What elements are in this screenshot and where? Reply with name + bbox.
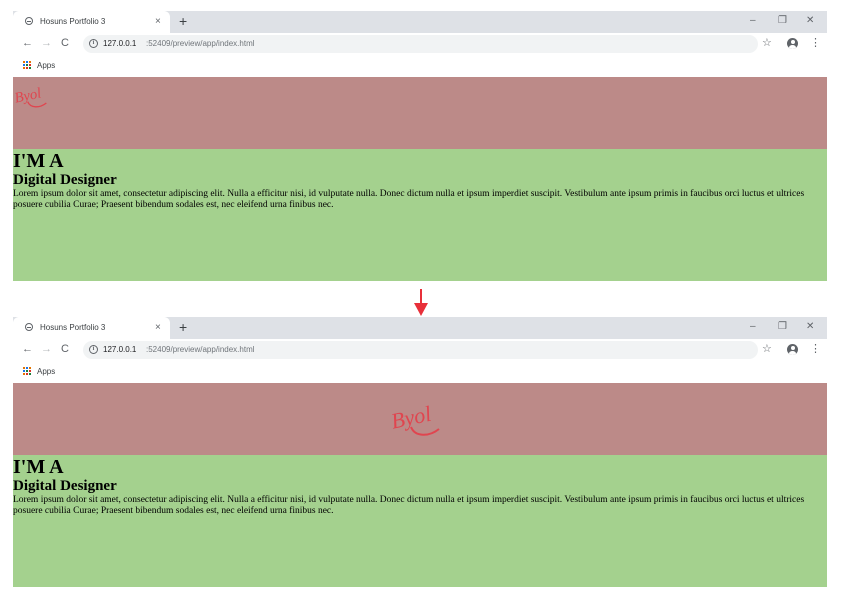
url-path: :52409/preview/app/index.html: [146, 345, 255, 354]
hero-text: Lorem ipsum dolor sit amet, consectetur …: [13, 189, 805, 210]
tab-close-icon[interactable]: ×: [155, 15, 161, 28]
browser-toolbar: ← → C i 127.0.0.1 :52409/preview/app/ind…: [13, 339, 827, 361]
back-icon[interactable]: ←: [22, 342, 33, 357]
address-bar[interactable]: i 127.0.0.1 :52409/preview/app/index.htm…: [83, 35, 758, 53]
url-host: 127.0.0.1: [103, 39, 137, 48]
browser-tab[interactable]: Hosuns Portfolio 3 ×: [13, 11, 170, 33]
restore-icon[interactable]: ❐: [778, 14, 787, 27]
forward-icon[interactable]: →: [41, 36, 52, 51]
hero-title: I'M A: [13, 456, 64, 478]
site-header: Byol: [13, 383, 827, 455]
site-header: Byol: [13, 77, 827, 149]
globe-icon: [25, 17, 33, 25]
logo[interactable]: Byol: [13, 79, 53, 111]
hero-subtitle: Digital Designer: [13, 172, 117, 188]
hero-text: Lorem ipsum dolor sit amet, consectetur …: [13, 495, 805, 516]
hero-title: I'M A: [13, 150, 64, 172]
logo[interactable]: Byol: [389, 393, 449, 441]
reload-icon[interactable]: C: [61, 342, 69, 357]
star-icon[interactable]: ☆: [762, 342, 772, 357]
tab-title: Hosuns Portfolio 3: [40, 17, 106, 26]
browser-tab[interactable]: Hosuns Portfolio 3 ×: [13, 317, 170, 339]
reload-icon[interactable]: C: [61, 36, 69, 51]
tab-strip: Hosuns Portfolio 3 × + – ❐ ✕: [13, 11, 827, 33]
apps-grid-icon[interactable]: [23, 367, 32, 376]
star-icon[interactable]: ☆: [762, 36, 772, 51]
screenshot-after: Hosuns Portfolio 3 × + – ❐ ✕ ← → C i 127…: [13, 317, 827, 587]
screenshot-before: Hosuns Portfolio 3 × + – ❐ ✕ ← → C i 127…: [13, 11, 827, 281]
info-icon[interactable]: i: [89, 39, 98, 48]
globe-icon: [25, 323, 33, 331]
tab-strip: Hosuns Portfolio 3 × + – ❐ ✕: [13, 317, 827, 339]
info-icon[interactable]: i: [89, 345, 98, 354]
close-window-icon[interactable]: ✕: [806, 14, 814, 27]
bookmark-apps[interactable]: Apps: [37, 366, 55, 378]
account-icon[interactable]: [787, 38, 798, 49]
menu-icon[interactable]: ⋮: [810, 342, 821, 357]
transition-arrow-icon: [414, 289, 428, 316]
bookmark-apps[interactable]: Apps: [37, 60, 55, 72]
bookmarks-bar: Apps: [13, 55, 827, 77]
back-icon[interactable]: ←: [22, 36, 33, 51]
close-window-icon[interactable]: ✕: [806, 320, 814, 333]
new-tab-icon[interactable]: +: [179, 13, 187, 30]
address-bar[interactable]: i 127.0.0.1 :52409/preview/app/index.htm…: [83, 341, 758, 359]
hero-section: I'M A Digital Designer Lorem ipsum dolor…: [13, 149, 827, 281]
forward-icon[interactable]: →: [41, 342, 52, 357]
restore-icon[interactable]: ❐: [778, 320, 787, 333]
apps-grid-icon[interactable]: [23, 61, 32, 70]
minimize-icon[interactable]: –: [750, 320, 756, 333]
new-tab-icon[interactable]: +: [179, 319, 187, 336]
url-host: 127.0.0.1: [103, 345, 137, 354]
minimize-icon[interactable]: –: [750, 14, 756, 27]
url-path: :52409/preview/app/index.html: [146, 39, 255, 48]
tab-close-icon[interactable]: ×: [155, 321, 161, 334]
hero-section: I'M A Digital Designer Lorem ipsum dolor…: [13, 455, 827, 587]
menu-icon[interactable]: ⋮: [810, 36, 821, 51]
account-icon[interactable]: [787, 344, 798, 355]
bookmarks-bar: Apps: [13, 361, 827, 383]
hero-subtitle: Digital Designer: [13, 478, 117, 494]
browser-toolbar: ← → C i 127.0.0.1 :52409/preview/app/ind…: [13, 33, 827, 55]
tab-title: Hosuns Portfolio 3: [40, 323, 106, 332]
